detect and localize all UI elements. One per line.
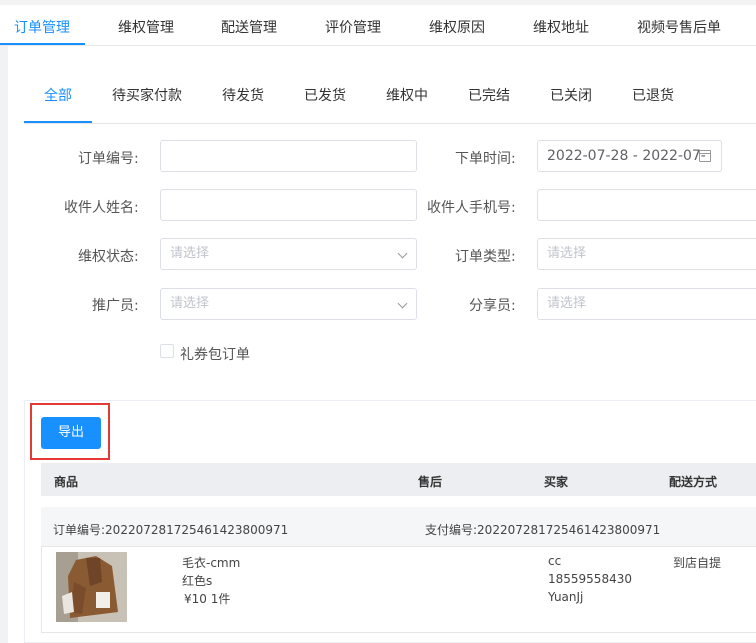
status-tab-shipped[interactable]: 已发货 bbox=[304, 85, 346, 105]
chevron-down-icon bbox=[397, 248, 408, 259]
payment-number: 支付编号:2022072817254614238009​71 bbox=[425, 523, 661, 537]
receiver-phone-label: 收件人手机号: bbox=[427, 200, 516, 216]
export-button[interactable]: 导出 bbox=[41, 417, 101, 449]
chevron-down-icon bbox=[397, 298, 408, 309]
buyer-nickname: YuanJj bbox=[548, 590, 584, 604]
sharer-placeholder: 请选择 bbox=[547, 296, 587, 311]
gift-coupon-label[interactable]: 礼券包订单 bbox=[180, 344, 250, 364]
status-tabs-divider bbox=[24, 123, 756, 124]
delivery-method: 到店自提 bbox=[673, 556, 722, 570]
status-tab-in-rights[interactable]: 维权中 bbox=[386, 85, 428, 105]
table-header bbox=[41, 463, 756, 496]
product-price-qty: ¥10 1件 bbox=[184, 592, 231, 606]
promoter-select[interactable]: 请选择 bbox=[160, 288, 417, 320]
order-type-label: 订单类型: bbox=[455, 249, 516, 265]
tab-video-aftersales[interactable]: 视频号售后单 bbox=[637, 17, 721, 37]
buyer-phone: 18559558430 bbox=[548, 572, 632, 586]
gift-coupon-checkbox[interactable] bbox=[160, 344, 174, 358]
receiver-phone-input[interactable] bbox=[537, 189, 756, 221]
status-tab-awaiting-payment[interactable]: 待买家付款 bbox=[112, 85, 182, 105]
tab-rights-reasons[interactable]: 维权原因 bbox=[429, 17, 485, 37]
order-type-placeholder: 请选择 bbox=[547, 246, 587, 261]
tab-order-management[interactable]: 订单管理 bbox=[14, 17, 70, 37]
product-image[interactable] bbox=[56, 552, 127, 622]
column-header-product: 商品 bbox=[54, 475, 79, 489]
column-header-delivery: 配送方式 bbox=[669, 475, 718, 489]
column-header-aftersales: 售后 bbox=[418, 475, 443, 489]
status-tab-awaiting-shipment[interactable]: 待发货 bbox=[222, 85, 264, 105]
order-no-label: 订单编号: bbox=[78, 151, 139, 167]
order-number: 订单编号:2022072817254614238009​71 bbox=[53, 523, 289, 537]
tab-review-management[interactable]: 评价管理 bbox=[325, 17, 381, 37]
tab-rights-address[interactable]: 维权地址 bbox=[533, 17, 589, 37]
active-tab-indicator bbox=[0, 43, 85, 45]
product-name[interactable]: 毛衣-cmm bbox=[182, 554, 240, 571]
order-time-range-picker[interactable]: 2022-07-28 - 2022-07- bbox=[537, 140, 722, 172]
promoter-placeholder: 请选择 bbox=[170, 296, 210, 311]
rights-status-label: 维权状态: bbox=[78, 249, 139, 265]
rights-status-select[interactable]: 请选择 bbox=[160, 238, 417, 270]
status-tab-closed[interactable]: 已关闭 bbox=[550, 85, 592, 105]
order-time-value: 2022-07-28 - 2022-07- bbox=[547, 148, 706, 164]
buyer-name: cc bbox=[548, 554, 562, 568]
order-no-input[interactable] bbox=[160, 140, 417, 172]
order-time-label: 下单时间: bbox=[455, 151, 516, 167]
sharer-label: 分享员: bbox=[469, 298, 516, 314]
sharer-select[interactable]: 请选择 bbox=[537, 288, 756, 320]
receiver-name-label: 收件人姓名: bbox=[64, 200, 139, 216]
top-nav: 订单管理 维权管理 配送管理 评价管理 维权原因 维权地址 视频号售后单 bbox=[0, 0, 756, 46]
calendar-icon bbox=[699, 150, 711, 162]
rights-status-placeholder: 请选择 bbox=[170, 246, 210, 261]
tab-delivery-management[interactable]: 配送管理 bbox=[221, 17, 277, 37]
status-tab-returned[interactable]: 已退货 bbox=[632, 85, 674, 105]
top-strip bbox=[0, 0, 756, 5]
promoter-label: 推广员: bbox=[92, 298, 139, 314]
active-status-indicator bbox=[24, 121, 92, 123]
column-header-buyer: 买家 bbox=[544, 475, 569, 489]
order-type-select[interactable]: 请选择 bbox=[537, 238, 756, 270]
tab-rights-management[interactable]: 维权管理 bbox=[118, 17, 174, 37]
product-spec: 红色s bbox=[182, 574, 213, 588]
status-tab-all[interactable]: 全部 bbox=[44, 85, 72, 105]
receiver-name-input[interactable] bbox=[160, 189, 417, 221]
status-tab-completed[interactable]: 已完结 bbox=[468, 85, 510, 105]
